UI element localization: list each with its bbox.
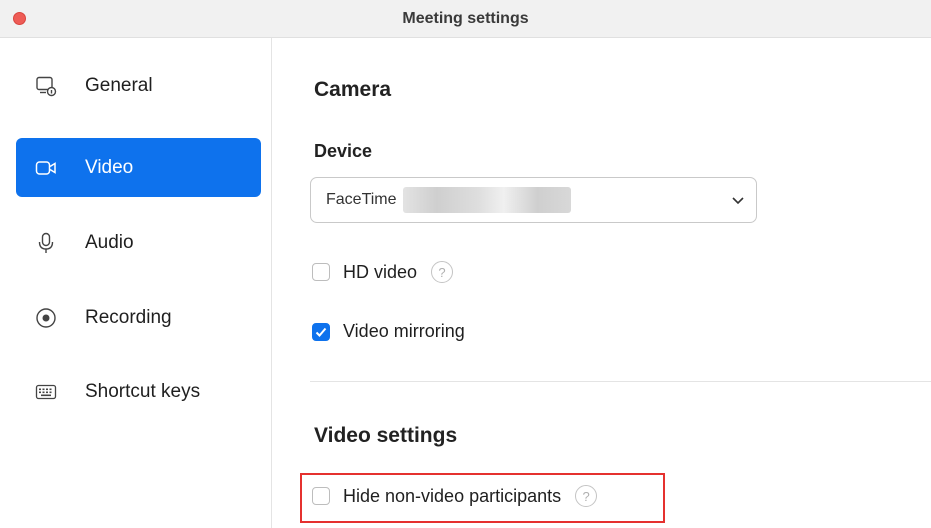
hd-video-option: HD video ? (312, 261, 454, 283)
sidebar-item-audio[interactable]: Audio (16, 213, 261, 272)
sidebar-item-label: Video (85, 156, 134, 178)
chevron-down-icon (730, 192, 746, 213)
title-bar: Meeting settings (0, 0, 931, 38)
sidebar-item-label: Recording (85, 306, 172, 328)
sidebar-item-label: Audio (85, 231, 134, 253)
checkmark-icon (315, 327, 327, 337)
general-settings-icon (35, 75, 57, 97)
section-divider (310, 381, 931, 382)
redacted-device-name (402, 187, 571, 213)
hide-non-video-label: Hide non-video participants (343, 485, 562, 506)
help-icon[interactable]: ? (575, 485, 598, 507)
sidebar-item-shortcut-keys[interactable]: Shortcut keys (16, 362, 261, 421)
device-heading: Device (314, 141, 373, 161)
camera-device-value: FaceTime (326, 191, 397, 208)
video-mirroring-label: Video mirroring (343, 321, 465, 341)
help-icon[interactable]: ? (431, 261, 454, 283)
video-camera-icon (35, 157, 57, 179)
window-title: Meeting settings (402, 10, 529, 27)
sidebar-item-video[interactable]: Video (16, 138, 261, 197)
sidebar-item-label: General (85, 74, 153, 96)
record-icon (35, 307, 57, 329)
sidebar-item-recording[interactable]: Recording (16, 288, 261, 347)
camera-heading: Camera (314, 78, 392, 101)
video-mirroring-option: Video mirroring (312, 321, 465, 342)
sidebar-item-general[interactable]: General (16, 56, 261, 115)
hd-video-label: HD video (343, 261, 418, 282)
keyboard-icon (35, 381, 57, 403)
hd-video-checkbox[interactable] (312, 263, 330, 281)
settings-content: Camera Device FaceTime HD video ? Video … (272, 38, 931, 528)
settings-sidebar: General Video Audio Recording Shortcut k… (0, 38, 272, 528)
sidebar-item-label: Shortcut keys (85, 380, 201, 402)
video-mirroring-checkbox[interactable] (312, 322, 330, 341)
video-settings-heading: Video settings (314, 424, 458, 447)
hide-non-video-option: Hide non-video participants ? (312, 485, 598, 507)
hide-non-video-checkbox[interactable] (312, 487, 330, 505)
microphone-icon (35, 232, 57, 254)
camera-device-select[interactable]: FaceTime (310, 177, 757, 223)
